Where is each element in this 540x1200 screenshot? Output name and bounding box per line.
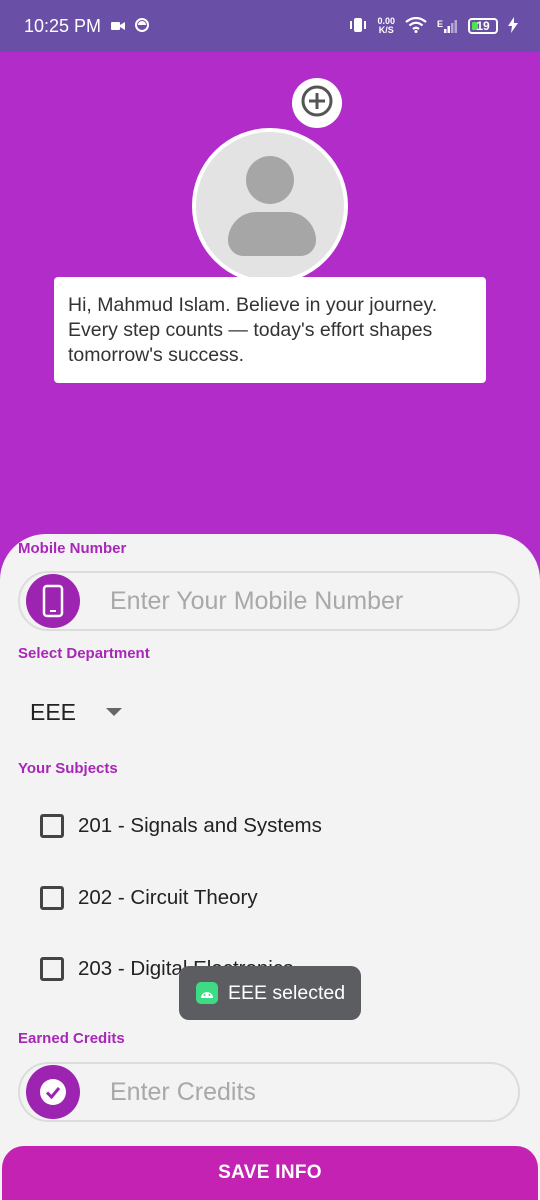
add-photo-button[interactable] xyxy=(292,78,342,128)
status-bar-left: 10:25 PM xyxy=(24,15,150,37)
department-selected-value: EEE xyxy=(30,698,77,725)
subjects-label: Your Subjects xyxy=(18,760,118,777)
mobile-number-field[interactable] xyxy=(18,571,520,631)
mobile-number-label: Mobile Number xyxy=(18,540,127,557)
credits-field[interactable] xyxy=(18,1062,520,1122)
subject-label: 202 - Circuit Theory xyxy=(78,886,258,909)
cell-signal-icon: E xyxy=(437,19,458,33)
checkbox-icon[interactable] xyxy=(40,886,64,910)
dropdown-arrow-icon xyxy=(106,708,123,716)
mobile-number-input[interactable] xyxy=(108,585,492,617)
signal-type: E xyxy=(436,19,443,29)
battery-icon: 19 xyxy=(468,18,498,34)
record-icon xyxy=(135,16,150,37)
department-dropdown[interactable]: EEE xyxy=(18,692,148,732)
checkbox-icon[interactable] xyxy=(40,814,64,838)
department-label: Select Department xyxy=(18,645,150,662)
toast-message: EEE selected xyxy=(179,966,361,1020)
status-bar: 10:25 PM 0.00 K/S E 19 xyxy=(0,0,540,52)
save-info-label: SAVE INFO xyxy=(218,1162,322,1183)
android-app-icon xyxy=(196,982,218,1004)
clock: 10:25 PM xyxy=(24,15,102,36)
phone-icon xyxy=(26,574,80,628)
checkbox-icon[interactable] xyxy=(40,957,64,981)
network-speed-unit: K/S xyxy=(378,25,394,35)
video-camera-icon xyxy=(111,16,126,37)
status-bar-right: 0.00 K/S E 19 xyxy=(349,16,518,36)
credits-label: Earned Credits xyxy=(18,1030,125,1047)
subject-checkbox-item[interactable]: 201 - Signals and Systems xyxy=(40,808,322,844)
greeting-card: Hi, Mahmud Islam. Believe in your journe… xyxy=(54,277,486,383)
charging-icon xyxy=(508,16,518,36)
toast-text: EEE selected xyxy=(228,981,346,1004)
subject-label: 201 - Signals and Systems xyxy=(78,814,322,837)
save-info-button[interactable]: SAVE INFO xyxy=(2,1146,538,1200)
profile-avatar[interactable] xyxy=(192,128,348,284)
greeting-text: Hi, Mahmud Islam. Believe in your journe… xyxy=(68,294,438,366)
plus-circle-icon xyxy=(300,84,334,123)
battery-level: 19 xyxy=(476,19,490,33)
network-speed: 0.00 K/S xyxy=(377,17,395,35)
vibrate-icon xyxy=(349,17,367,36)
avatar-placeholder-icon xyxy=(192,128,348,284)
credits-input[interactable] xyxy=(108,1076,492,1108)
subject-checkbox-item[interactable]: 202 - Circuit Theory xyxy=(40,880,258,916)
wifi-icon xyxy=(405,16,427,36)
check-circle-icon xyxy=(26,1065,80,1119)
